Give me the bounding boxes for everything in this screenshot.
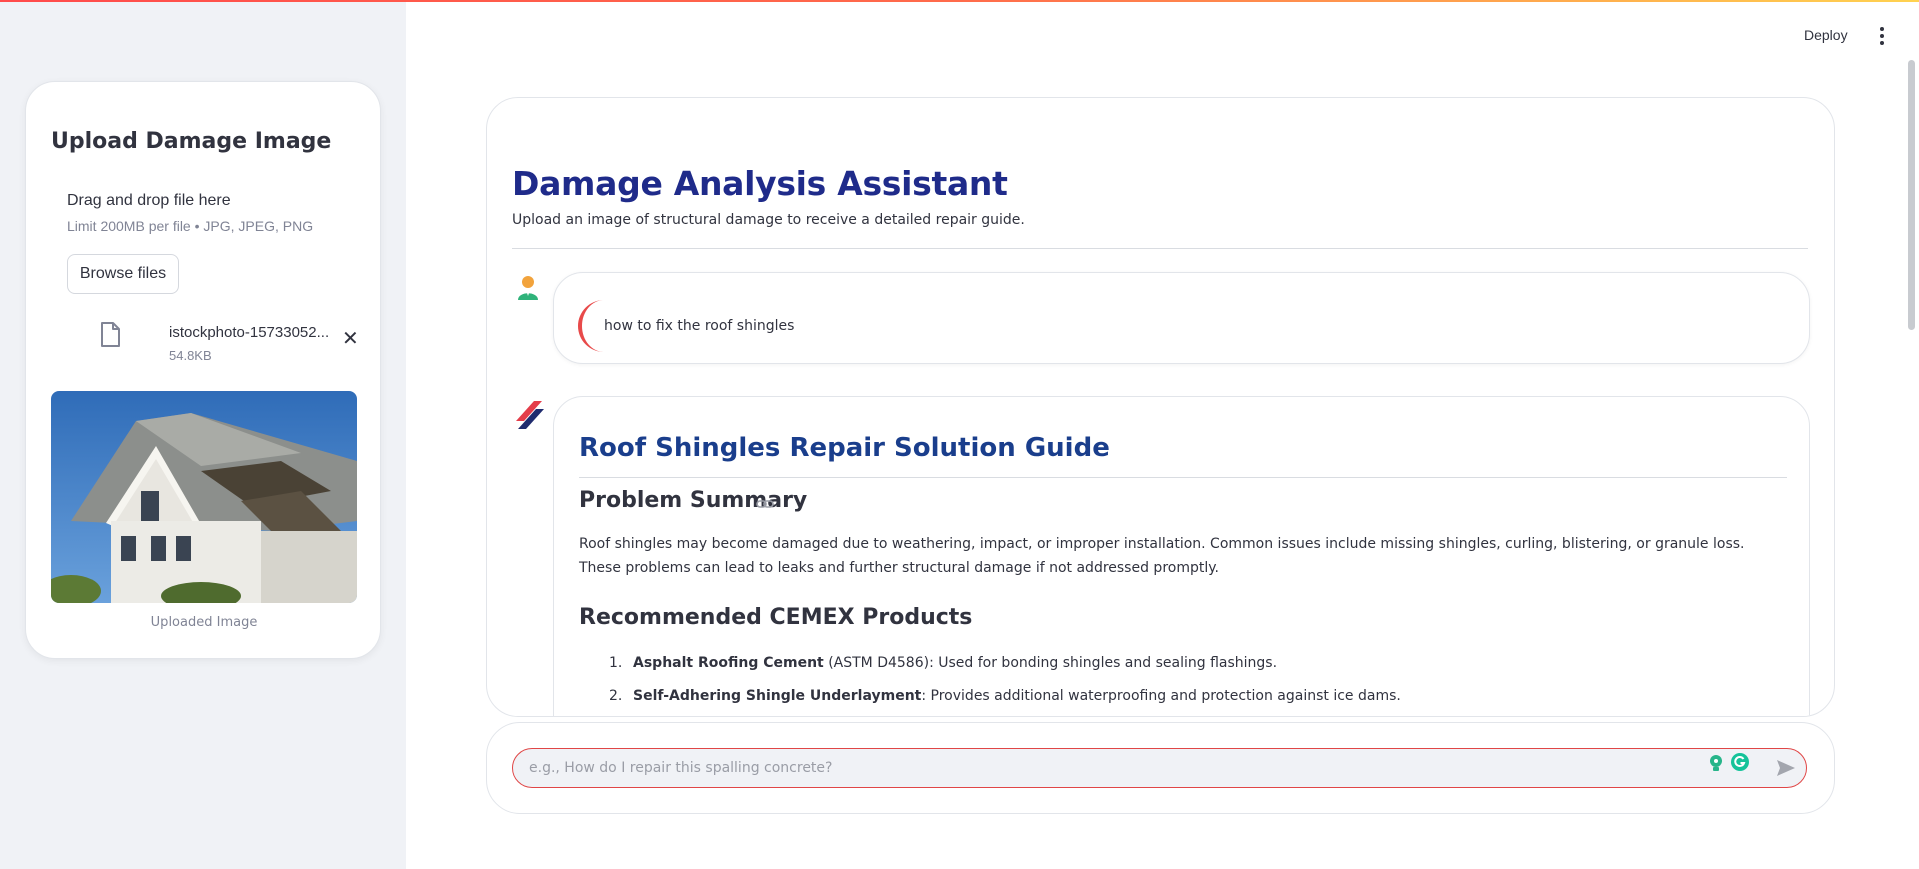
divider [579,477,1787,478]
list-number: 1. [609,655,623,671]
product-desc: (ASTM D4586): Used for bonding shingles … [823,655,1278,671]
uploaded-image [51,391,357,603]
product-name: Asphalt Roofing Cement [633,655,824,671]
deploy-button[interactable]: Deploy [1804,27,1848,43]
user-message: how to fix the roof shingles [553,272,1810,364]
product-name: Self-Adhering Shingle Underlayment [633,688,922,704]
chat-input[interactable] [512,748,1807,788]
page-title: Damage Analysis Assistant [512,164,1008,203]
uploaded-file-item: istockphoto-15733052... 54.8KB ✕ [67,320,359,366]
image-caption: Uploaded Image [150,615,258,630]
products-list: 1. Asphalt Roofing Cement (ASTM D4586): … [579,655,1401,716]
lightbulb-icon[interactable] [1709,754,1723,772]
response-title: Roof Shingles Repair Solution Guide [579,433,1110,463]
main-panel: Damage Analysis Assistant Upload an imag… [486,97,1835,717]
file-icon [101,322,120,347]
problem-summary-text: Roof shingles may become damaged due to … [579,536,1745,576]
product-desc: : Provides additional waterproofing and … [921,688,1401,704]
assistant-avatar-icon [514,399,544,429]
upload-card: Upload Damage Image Drag and drop file h… [25,81,381,659]
send-icon[interactable] [1775,757,1797,779]
file-name: istockphoto-15733052... [169,324,330,341]
dropzone-title: Drag and drop file here [67,192,231,209]
user-avatar-icon [518,276,538,300]
sidebar-title: Upload Damage Image [51,129,332,154]
close-icon[interactable]: ✕ [342,326,359,351]
browse-files-button[interactable]: Browse files [67,254,179,294]
grammarly-icon[interactable] [1731,753,1749,771]
products-heading: Recommended CEMEX Products [579,605,973,630]
chat-input-container [486,722,1835,814]
user-message-text: how to fix the roof shingles [604,318,795,334]
list-item: 2. Self-Adhering Shingle Underlayment: P… [579,688,1401,716]
list-item: 1. Asphalt Roofing Cement (ASTM D4586): … [579,655,1401,688]
scrollbar[interactable] [1908,60,1915,330]
dropzone-limit: Limit 200MB per file • JPG, JPEG, PNG [67,218,314,234]
page-subtitle: Upload an image of structural damage to … [512,212,1025,228]
assistant-message: Roof Shingles Repair Solution Guide Prob… [553,396,1810,716]
link-icon[interactable] [756,497,774,511]
vertical-dots-icon[interactable] [1874,25,1890,47]
divider [512,248,1808,249]
file-size: 54.8KB [169,348,212,363]
list-number: 2. [609,688,623,704]
sidebar: Upload Damage Image Drag and drop file h… [0,2,406,869]
